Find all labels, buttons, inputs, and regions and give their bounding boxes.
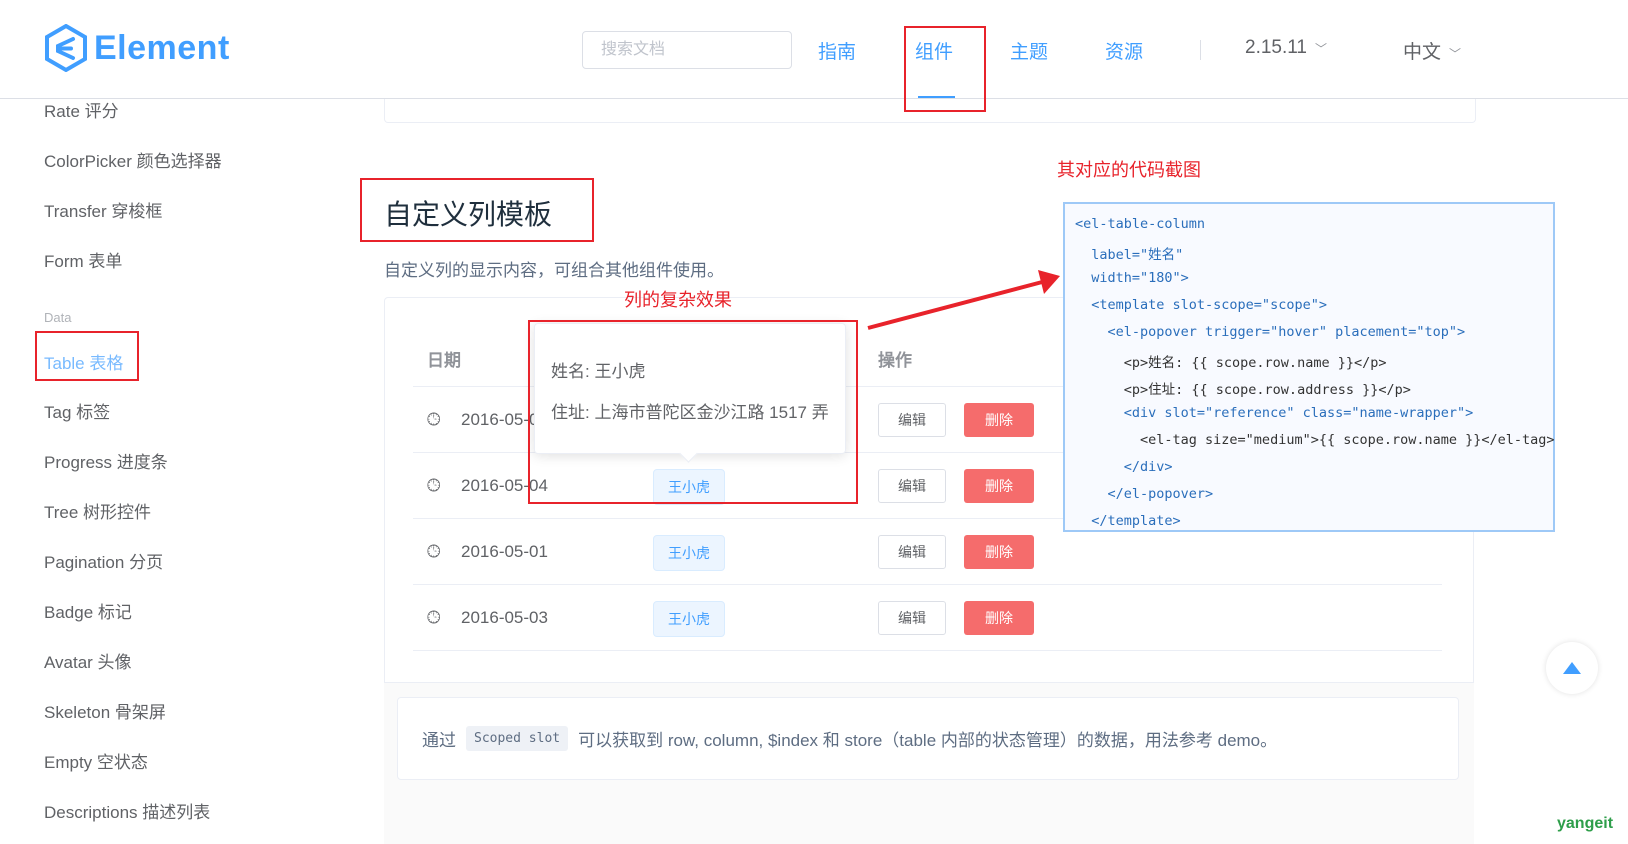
name-tag[interactable]: 王小虎 [653,601,725,637]
code-line: <el-table-column [1075,216,1206,232]
annotation-code-label: 其对应的代码截图 [1057,160,1201,180]
edit-button[interactable]: 编辑 [878,601,946,635]
sidebar-item-rate[interactable]: Rate 评分 [44,97,119,122]
chevron-down-icon: ﹀ [1314,42,1327,56]
code-line: <p>住址: {{ scope.row.address }}</p> [1075,382,1411,398]
sidebar-item-badge[interactable]: Badge 标记 [44,598,132,623]
clock-icon: 🕒︎ [427,476,441,495]
delete-button[interactable]: 删除 [964,403,1034,437]
sidebar-item-form[interactable]: Form 表单 [44,247,122,272]
code-line: <p>姓名: {{ scope.row.name }}</p> [1075,355,1387,371]
logo-text: Element [94,28,230,67]
watermark: yangeit [1557,815,1614,832]
sidebar-item-pagination[interactable]: Pagination 分页 [44,548,163,573]
back-to-top-button[interactable] [1546,642,1598,694]
column-header-actions: 操作 [878,351,912,370]
sidebar-item-empty[interactable]: Empty 空状态 [44,748,148,773]
row-date: 2016-05-03 [461,608,548,627]
clock-icon: 🕒︎ [427,542,441,561]
row-date: 2016-05-01 [461,542,548,561]
nav-guide[interactable]: 指南 [818,37,856,64]
delete-button[interactable]: 删除 [964,535,1034,569]
sidebar-item-descriptions[interactable]: Descriptions 描述列表 [44,798,210,823]
sidebar-item-avatar[interactable]: Avatar 头像 [44,648,132,673]
column-header-date: 日期 [427,351,461,370]
element-logo[interactable]: Element [44,24,230,72]
annotation-arrow-icon [867,270,1060,330]
sidebar-group-data: Data [44,310,72,325]
version-label: 2.15.11 [1245,37,1307,58]
code-line: <el-popover trigger="hover" placement="t… [1075,324,1466,340]
code-snapshot: <el-table-column label="姓名" width="180">… [1063,202,1555,532]
element-logo-icon [45,24,87,72]
edit-button[interactable]: 编辑 [878,403,946,437]
delete-button[interactable]: 删除 [964,469,1034,503]
sidebar-item-colorpicker[interactable]: ColorPicker 颜色选择器 [44,147,222,172]
annotation-box-sidebar [35,331,139,381]
demo-description: 通过 Scoped slot 可以获取到 row, column, $index… [397,697,1459,780]
annotation-box-nav [904,26,986,112]
caret-up-icon [1563,662,1581,674]
nav-resource[interactable]: 资源 [1105,37,1143,64]
desc-suffix: 可以获取到 row, column, $index 和 store（table … [578,731,1278,750]
sidebar-item-tag[interactable]: Tag 标签 [44,398,110,423]
row-divider [413,650,1442,651]
name-tag[interactable]: 王小虎 [653,535,725,571]
section-description: 自定义列的显示内容，可组合其他组件使用。 [384,261,724,280]
annotation-box-popover [528,320,858,504]
top-header: Element 指南 组件 主题 资源 2.15.11﹀ 中文﹀ [0,0,1628,99]
edit-button[interactable]: 编辑 [878,469,946,503]
search-input[interactable] [582,31,792,69]
annotation-box-title [360,178,594,242]
language-dropdown[interactable]: 中文 ﹀ [1403,37,1461,64]
desc-prefix: 通过 [422,731,456,750]
clock-icon: 🕒︎ [427,410,441,429]
sidebar-item-progress[interactable]: Progress 进度条 [44,448,168,473]
clock-icon: 🕒︎ [427,608,441,627]
code-line: <el-tag size="medium">{{ scope.row.name … [1075,432,1555,448]
sidebar-item-tree[interactable]: Tree 树形控件 [44,498,151,523]
language-label: 中文 [1403,42,1442,63]
code-line: </el-popover> [1075,486,1214,502]
nav-theme[interactable]: 主题 [1010,37,1048,64]
sidebar-item-skeleton[interactable]: Skeleton 骨架屏 [44,698,166,723]
code-line: </template> [1075,513,1181,529]
desc-code: Scoped slot [466,726,569,751]
chevron-down-icon: ﹀ [1449,47,1462,61]
edit-button[interactable]: 编辑 [878,535,946,569]
code-line: <template slot-scope="scope"> [1075,297,1327,313]
version-dropdown[interactable]: 2.15.11 ﹀ [1245,37,1327,59]
code-line: label="姓名" [1075,247,1184,263]
annotation-popover-label: 列的复杂效果 [624,290,732,310]
sidebar-item-transfer[interactable]: Transfer 穿梭框 [44,197,162,222]
delete-button[interactable]: 删除 [964,601,1034,635]
code-line: width="180"> [1075,270,1189,286]
row-divider [413,584,1442,585]
code-line: <div slot="reference" class="name-wrappe… [1075,405,1474,421]
nav-divider [1200,40,1201,60]
code-line: </div> [1075,459,1173,475]
